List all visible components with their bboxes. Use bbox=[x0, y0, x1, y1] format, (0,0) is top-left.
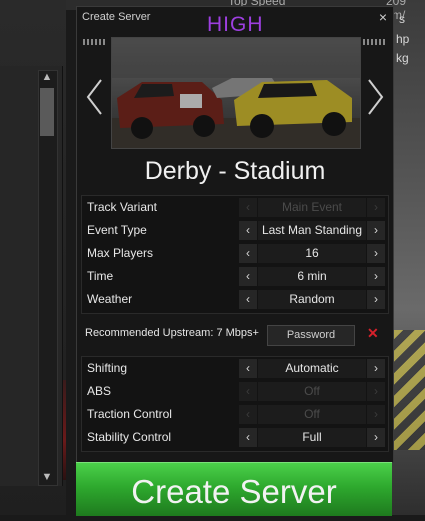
background-scroll-thumb[interactable] bbox=[40, 88, 54, 136]
right-grip-icon bbox=[363, 39, 387, 45]
hud-s: s bbox=[399, 12, 405, 26]
chevron-left-icon[interactable]: ‹ bbox=[239, 244, 257, 263]
setting-traction-control: Traction Control ‹ Off › bbox=[82, 403, 388, 426]
chevron-left-icon: ‹ bbox=[239, 405, 257, 424]
setting-label: Stability Control bbox=[87, 430, 172, 444]
track-name: Derby - Stadium bbox=[144, 157, 326, 185]
setting-track-variant: Track Variant ‹ Main Event › bbox=[82, 196, 388, 219]
chevron-left-icon[interactable]: ‹ bbox=[239, 290, 257, 309]
time-stepper[interactable]: ‹ 6 min › bbox=[239, 267, 385, 286]
setting-value: Random bbox=[258, 290, 366, 309]
setting-time: Time ‹ 6 min › bbox=[82, 265, 388, 288]
hud-hp: hp bbox=[396, 32, 410, 46]
previous-track-icon[interactable] bbox=[83, 77, 107, 117]
close-icon[interactable]: × bbox=[379, 10, 387, 24]
scroll-up-icon[interactable]: ▲ bbox=[40, 70, 54, 84]
setting-label: Track Variant bbox=[87, 200, 158, 214]
abs-stepper: ‹ Off › bbox=[239, 382, 385, 401]
setting-label: Shifting bbox=[87, 361, 128, 375]
chevron-right-icon[interactable]: › bbox=[367, 290, 385, 309]
setting-value: Full bbox=[258, 428, 366, 447]
setting-label: Traction Control bbox=[87, 407, 172, 421]
track-variant-stepper: ‹ Main Event › bbox=[239, 198, 385, 217]
chevron-left-icon: ‹ bbox=[239, 382, 257, 401]
traction-control-stepper: ‹ Off › bbox=[239, 405, 385, 424]
event-settings: Track Variant ‹ Main Event › Event Type … bbox=[81, 195, 389, 314]
chevron-left-icon: ‹ bbox=[239, 198, 257, 217]
chevron-left-icon[interactable]: ‹ bbox=[239, 221, 257, 240]
hud-kg: kg bbox=[396, 51, 409, 65]
shifting-stepper[interactable]: ‹ Automatic › bbox=[239, 359, 385, 378]
chevron-left-icon[interactable]: ‹ bbox=[239, 428, 257, 447]
weather-stepper[interactable]: ‹ Random › bbox=[239, 290, 385, 309]
recommended-upstream: Recommended Upstream: 7 Mbps+ bbox=[85, 327, 259, 339]
dialog-title: Create Server bbox=[82, 11, 151, 23]
setting-event-type: Event Type ‹ Last Man Standing › bbox=[82, 219, 388, 242]
setting-value: Main Event bbox=[258, 198, 366, 217]
chevron-right-icon[interactable]: › bbox=[367, 267, 385, 286]
setting-abs: ABS ‹ Off › bbox=[82, 380, 388, 403]
chevron-right-icon: › bbox=[367, 405, 385, 424]
clear-password-icon[interactable]: ✕ bbox=[367, 325, 379, 342]
setting-label: Max Players bbox=[87, 246, 154, 260]
assist-settings: Shifting ‹ Automatic › ABS ‹ Off › Tract… bbox=[81, 356, 389, 452]
chevron-right-icon: › bbox=[367, 198, 385, 217]
chevron-right-icon[interactable]: › bbox=[367, 244, 385, 263]
setting-weather: Weather ‹ Random › bbox=[82, 288, 388, 311]
scroll-down-icon[interactable]: ▼ bbox=[40, 470, 54, 484]
chevron-right-icon[interactable]: › bbox=[367, 359, 385, 378]
event-type-stepper[interactable]: ‹ Last Man Standing › bbox=[239, 221, 385, 240]
create-server-dialog: Create Server × HIGH Derby - Stadium Tra… bbox=[76, 6, 394, 463]
chevron-left-icon[interactable]: ‹ bbox=[239, 359, 257, 378]
graphics-quality-label: HIGH bbox=[207, 13, 264, 36]
stability-control-stepper[interactable]: ‹ Full › bbox=[239, 428, 385, 447]
setting-stability-control: Stability Control ‹ Full › bbox=[82, 426, 388, 449]
chevron-right-icon: › bbox=[367, 382, 385, 401]
create-server-button[interactable]: Create Server bbox=[76, 462, 392, 516]
setting-value: Automatic bbox=[258, 359, 366, 378]
chevron-right-icon[interactable]: › bbox=[367, 428, 385, 447]
next-track-icon[interactable] bbox=[363, 77, 387, 117]
left-grip-icon bbox=[83, 39, 107, 45]
setting-label: Time bbox=[87, 269, 114, 283]
setting-value: Off bbox=[258, 405, 366, 424]
track-preview-image bbox=[111, 37, 361, 149]
password-button[interactable]: Password bbox=[267, 325, 355, 346]
chevron-right-icon[interactable]: › bbox=[367, 221, 385, 240]
setting-max-players: Max Players ‹ 16 › bbox=[82, 242, 388, 265]
setting-value: Last Man Standing bbox=[258, 221, 366, 240]
chevron-left-icon[interactable]: ‹ bbox=[239, 267, 257, 286]
setting-value: 6 min bbox=[258, 267, 366, 286]
setting-value: Off bbox=[258, 382, 366, 401]
setting-label: Weather bbox=[87, 292, 133, 306]
setting-value: 16 bbox=[258, 244, 366, 263]
setting-shifting: Shifting ‹ Automatic › bbox=[82, 357, 388, 380]
setting-label: ABS bbox=[87, 384, 112, 398]
background-stripe bbox=[392, 330, 425, 450]
setting-label: Event Type bbox=[87, 223, 147, 237]
max-players-stepper[interactable]: ‹ 16 › bbox=[239, 244, 385, 263]
